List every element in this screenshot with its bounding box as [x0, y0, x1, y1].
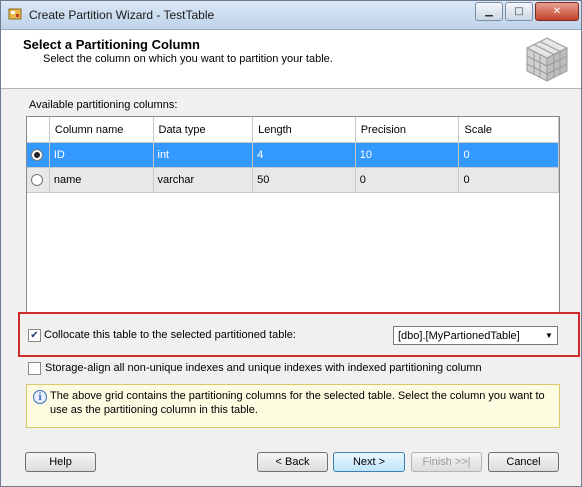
window-controls: ▁ □ ✕	[475, 2, 579, 21]
window-title: Create Partition Wizard - TestTable	[29, 8, 215, 22]
grid-header-data-type[interactable]: Data type	[153, 117, 254, 143]
info-icon: i	[33, 390, 47, 404]
partition-columns-grid[interactable]: Column name Data type Length Precision S…	[26, 116, 560, 314]
page-title: Select a Partitioning Column	[23, 37, 200, 52]
cell-data-type: varchar	[153, 167, 254, 193]
title-bar[interactable]: Create Partition Wizard - TestTable ▁ □ …	[1, 1, 581, 30]
storage-align-label: Storage-align all non-unique indexes and…	[45, 362, 482, 374]
wizard-app-icon	[8, 8, 22, 20]
next-button[interactable]: Next >	[333, 452, 405, 472]
info-text: The above grid contains the partitioning…	[50, 390, 545, 416]
grid-header-select	[27, 117, 50, 143]
cell-scale: 0	[458, 142, 559, 168]
wizard-window: Create Partition Wizard - TestTable ▁ □ …	[0, 0, 582, 487]
cell-column-name: name	[49, 167, 154, 193]
grid-header-column-name[interactable]: Column name	[49, 117, 154, 143]
storage-align-checkbox[interactable]	[28, 362, 41, 375]
grid-header-scale[interactable]: Scale	[458, 117, 559, 143]
page-subtitle: Select the column on which you want to p…	[43, 53, 333, 65]
cell-precision: 0	[355, 167, 460, 193]
grid-header-length[interactable]: Length	[252, 117, 356, 143]
help-button[interactable]: Help	[25, 452, 96, 472]
partitioned-table-select[interactable]: [dbo].[MyPartionedTable] ▼	[393, 326, 558, 345]
collocate-label: Collocate this table to the selected par…	[44, 329, 296, 341]
maximize-icon[interactable]: □	[505, 2, 533, 21]
cell-scale: 0	[458, 167, 559, 193]
partition-cube-icon	[525, 37, 569, 82]
grid-header-precision[interactable]: Precision	[355, 117, 460, 143]
info-panel: i The above grid contains the partitioni…	[26, 384, 560, 428]
dropdown-arrow-icon[interactable]: ▼	[541, 327, 557, 344]
available-columns-label: Available partitioning columns:	[29, 99, 178, 111]
table-row[interactable]: name varchar 50 0 0	[27, 167, 559, 193]
radio-unselected-icon[interactable]	[31, 174, 43, 187]
collocate-checkbox[interactable]: ✔	[28, 329, 41, 342]
grid-header-row: Column name Data type Length Precision S…	[27, 117, 559, 143]
back-button[interactable]: < Back	[257, 452, 328, 472]
cell-column-name: ID	[49, 142, 154, 168]
partitioned-table-value: [dbo].[MyPartionedTable]	[398, 330, 520, 342]
cell-length: 4	[252, 142, 356, 168]
finish-button[interactable]: Finish >>|	[411, 452, 482, 472]
radio-selected-icon[interactable]	[31, 149, 43, 162]
table-row[interactable]: ID int 4 10 0	[27, 142, 559, 168]
row-radio[interactable]	[27, 142, 50, 168]
cancel-button[interactable]: Cancel	[488, 452, 559, 472]
cell-data-type: int	[153, 142, 254, 168]
close-icon[interactable]: ✕	[535, 2, 579, 21]
minimize-icon[interactable]: ▁	[475, 2, 503, 21]
page-header: Select a Partitioning Column Select the …	[1, 30, 581, 89]
row-radio[interactable]	[27, 167, 50, 193]
cell-precision: 10	[355, 142, 460, 168]
cell-length: 50	[252, 167, 356, 193]
